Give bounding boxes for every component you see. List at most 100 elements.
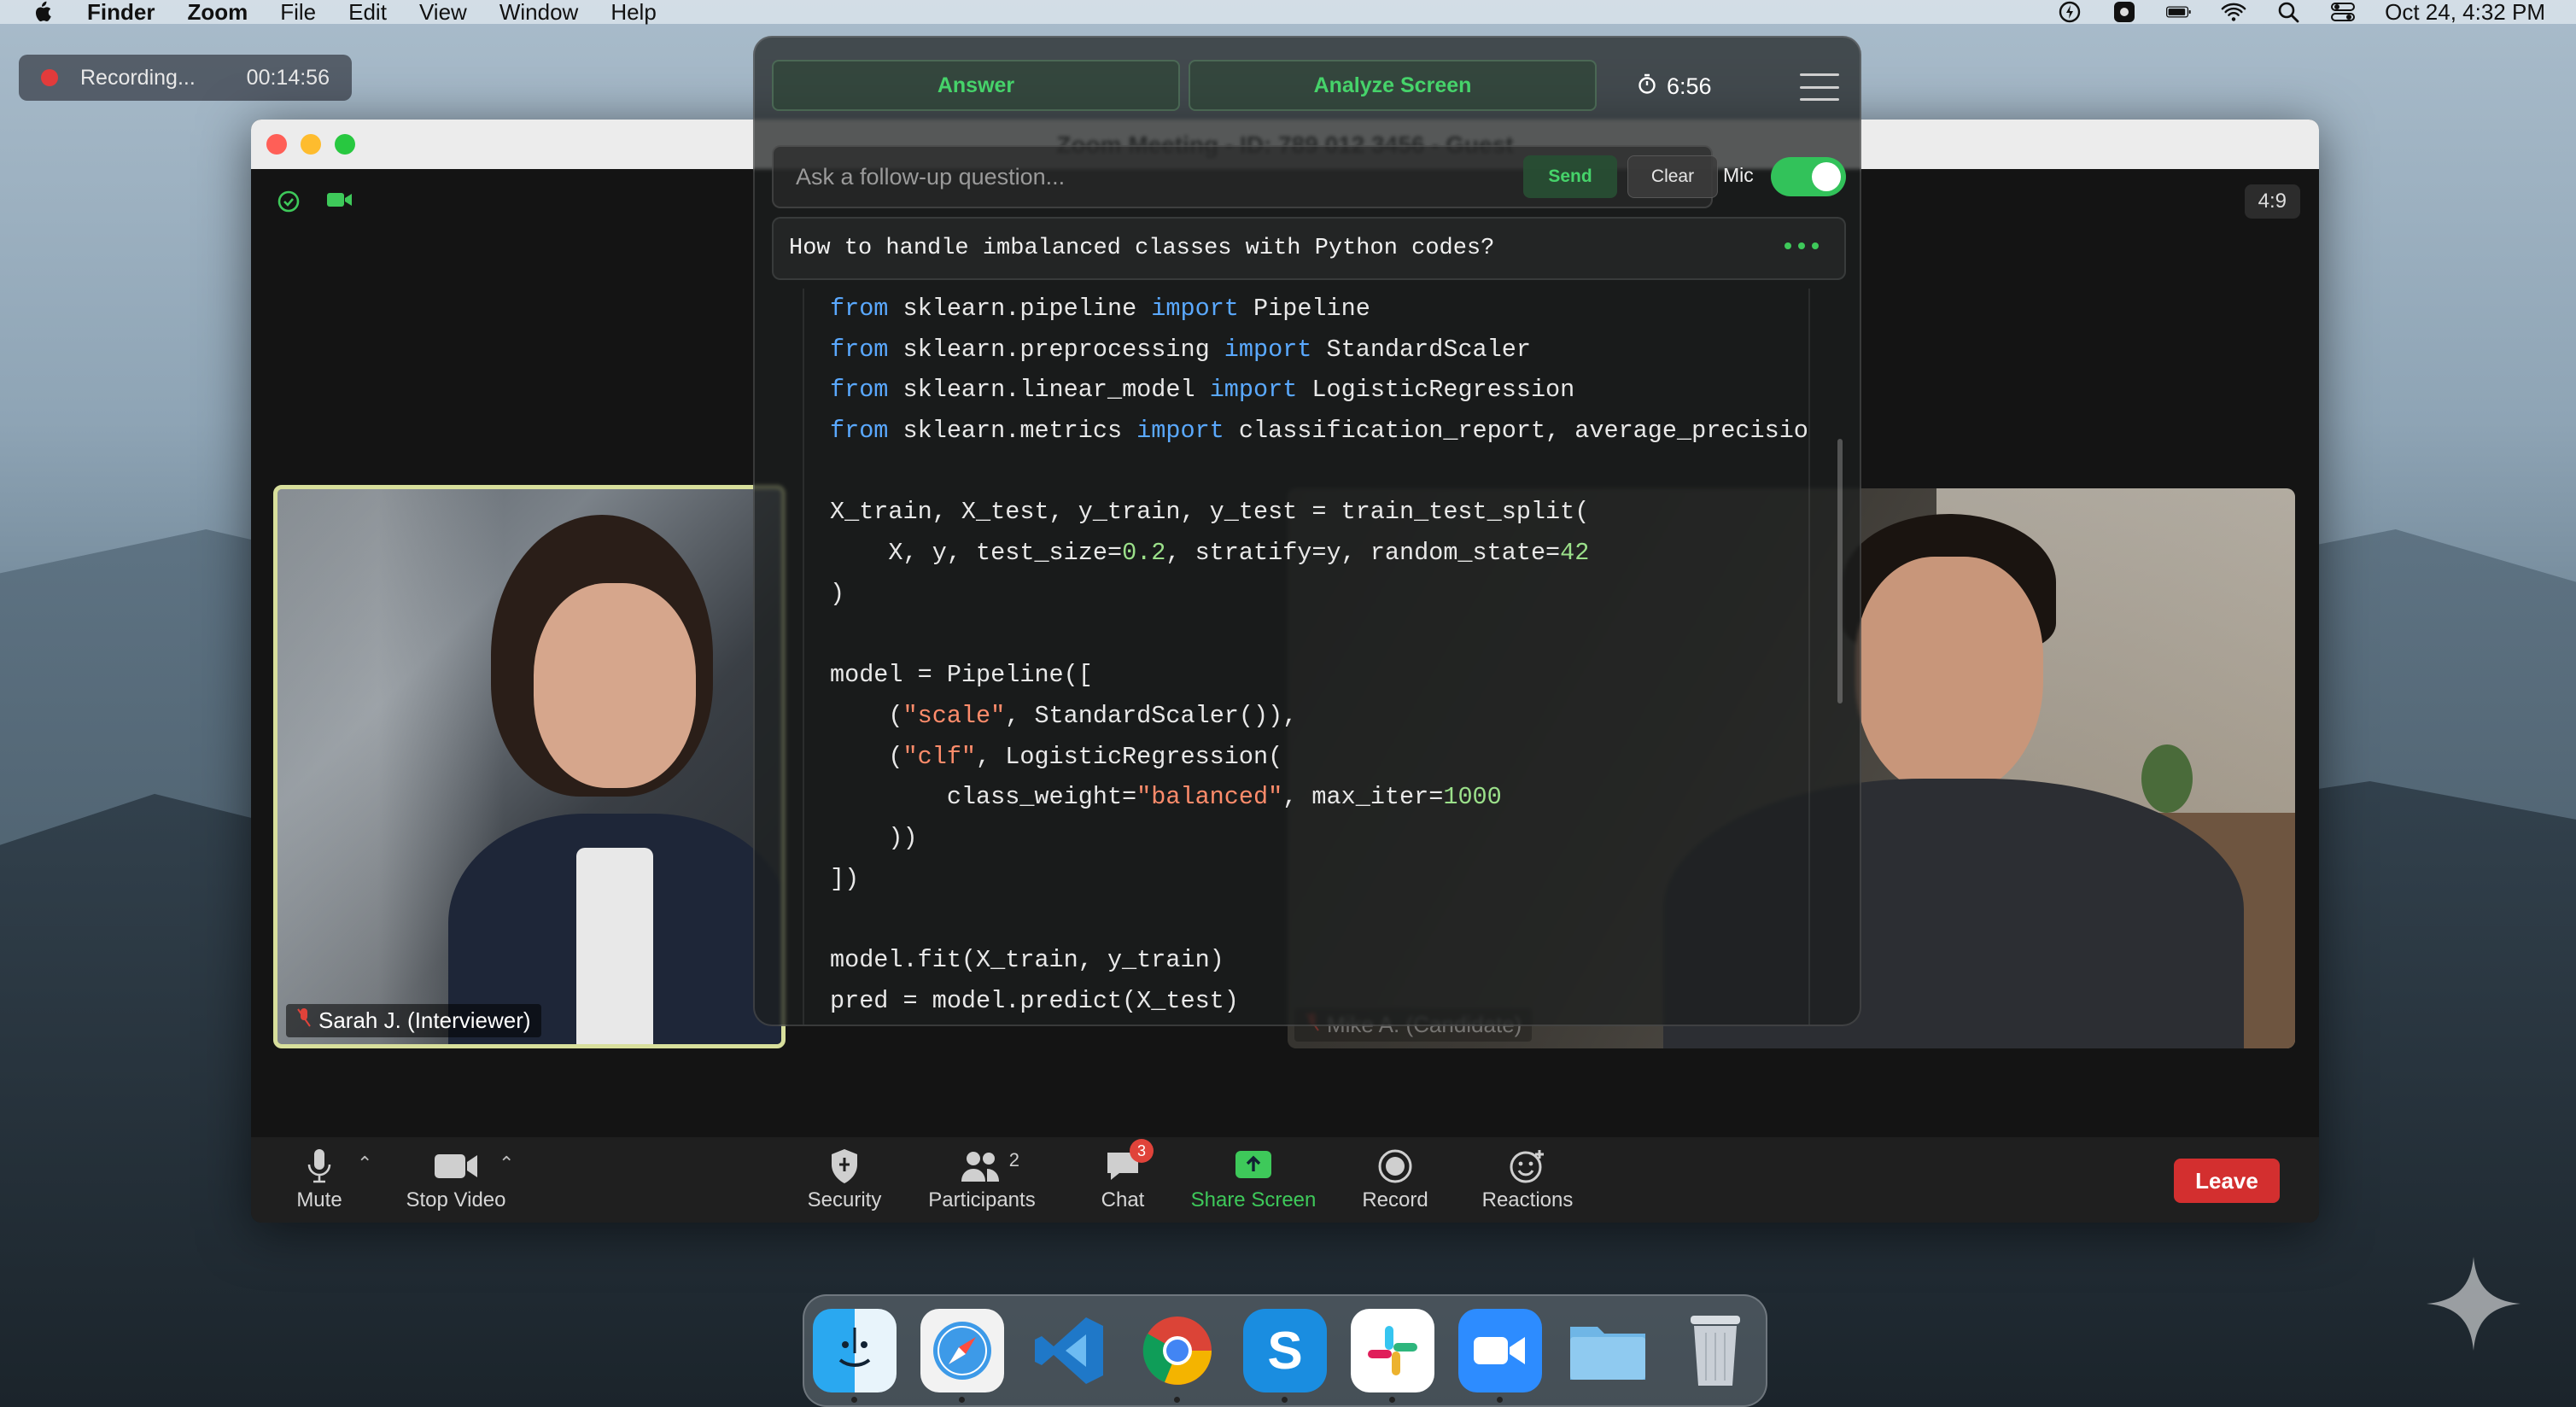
assistant-overlay-panel: Answer Analyze Screen 6:56 Send Clear Mi…	[753, 36, 1861, 1026]
chat-label: Chat	[1101, 1188, 1145, 1211]
encryption-shield-icon[interactable]	[277, 190, 301, 218]
muted-mic-icon	[296, 1007, 312, 1034]
skype-icon[interactable]: S	[1243, 1309, 1327, 1403]
question-text: How to handle imbalanced classes with Py…	[789, 236, 1495, 261]
wifi-icon[interactable]	[2221, 2, 2246, 22]
trash-icon[interactable]	[1674, 1309, 1757, 1392]
chat-button[interactable]: 3 Chat	[1084, 1139, 1161, 1212]
running-indicator	[851, 1397, 857, 1403]
code-line: pred = model.predict(X_test)	[830, 986, 1239, 1015]
code-line: )	[830, 579, 845, 608]
dock: S	[803, 1294, 1767, 1407]
share-screen-icon	[1234, 1144, 1273, 1188]
finder-icon[interactable]	[813, 1309, 897, 1403]
menu-file[interactable]: File	[280, 0, 316, 26]
video-status-icon[interactable]	[326, 190, 353, 218]
code-line: model = Pipeline([	[830, 661, 1093, 690]
participants-button[interactable]: 2 Participants	[922, 1144, 1042, 1212]
menu-bar: Finder Zoom File Edit View Window Help O…	[0, 0, 2576, 26]
participants-icon: 2	[960, 1144, 1019, 1188]
stop-video-button[interactable]: Stop Video	[396, 1144, 516, 1212]
menu-help[interactable]: Help	[610, 0, 656, 26]
menu-finder[interactable]: Finder	[87, 0, 155, 26]
hamburger-menu-icon[interactable]	[1800, 73, 1839, 101]
participant-label-interviewer: Sarah J. (Interviewer)	[286, 1004, 541, 1037]
plant	[2141, 744, 2193, 813]
app-status-icon[interactable]	[2112, 2, 2137, 22]
code-line: X_train, X_test, y_train, y_test = train…	[830, 498, 1590, 527]
share-screen-button[interactable]: Share Screen	[1185, 1144, 1322, 1212]
security-button[interactable]: Security	[797, 1144, 891, 1212]
chat-bubble-icon: 3	[1104, 1139, 1154, 1188]
code-line: ("clf", LogisticRegression(	[830, 742, 1283, 771]
running-indicator	[1282, 1397, 1288, 1403]
power-icon[interactable]	[2057, 1, 2082, 23]
more-options-icon[interactable]	[1785, 242, 1819, 249]
mute-button[interactable]: Mute	[277, 1144, 362, 1212]
battery-icon[interactable]	[2166, 2, 2192, 22]
code-line: X, y, test_size=0.2, stratify=y, random_…	[830, 539, 1590, 568]
chat-unread-badge: 3	[1130, 1139, 1154, 1163]
recording-dot-icon	[41, 69, 58, 86]
interviewer-shirt	[576, 848, 653, 1044]
running-indicator	[1174, 1397, 1180, 1403]
interviewer-face	[534, 583, 696, 788]
spotlight-search-icon[interactable]	[2275, 2, 2301, 23]
record-button[interactable]: Record	[1352, 1144, 1438, 1212]
chrome-icon[interactable]	[1136, 1309, 1219, 1403]
folder-icon[interactable]	[1566, 1309, 1650, 1392]
menubar-clock[interactable]: Oct 24, 4:32 PM	[2385, 0, 2545, 26]
sparkle-star-icon	[2427, 1257, 2521, 1355]
participants-label: Participants	[928, 1188, 1036, 1211]
menu-view[interactable]: View	[419, 0, 467, 26]
video-tile-interviewer[interactable]: Sarah J. (Interviewer)	[273, 485, 786, 1048]
tab-analyze-screen[interactable]: Analyze Screen	[1189, 60, 1597, 111]
clear-button[interactable]: Clear	[1627, 155, 1718, 198]
video-camera-icon	[433, 1144, 479, 1188]
menu-zoom[interactable]: Zoom	[187, 0, 248, 26]
send-button[interactable]: Send	[1523, 155, 1617, 198]
menu-edit[interactable]: Edit	[348, 0, 387, 26]
code-line: ])	[830, 864, 860, 893]
recording-indicator[interactable]: Recording... 00:14:56	[19, 55, 352, 101]
mic-toggle-switch[interactable]	[1771, 157, 1846, 196]
record-label: Record	[1362, 1188, 1428, 1211]
running-indicator	[959, 1397, 965, 1403]
record-icon	[1377, 1144, 1413, 1188]
vscode-icon[interactable]	[1028, 1309, 1112, 1392]
reactions-smiley-icon	[1509, 1144, 1546, 1188]
mute-label: Mute	[296, 1188, 342, 1211]
shield-icon	[828, 1144, 861, 1188]
code-line: from sklearn.metrics import classificati…	[830, 417, 1810, 446]
slack-icon[interactable]	[1351, 1309, 1434, 1403]
session-timer: 6:56	[1638, 73, 1712, 100]
tab-answer[interactable]: Answer	[772, 60, 1180, 111]
apple-icon[interactable]	[29, 1, 55, 22]
code-scrollbar[interactable]	[1837, 439, 1843, 704]
candidate-face	[1855, 557, 2043, 796]
audio-options-chevron-icon[interactable]: ⌃	[357, 1153, 372, 1175]
reactions-button[interactable]: Reactions	[1472, 1144, 1583, 1212]
running-indicator	[1497, 1397, 1503, 1403]
follow-up-input[interactable]	[774, 147, 1508, 207]
mic-label: Mic	[1723, 164, 1754, 186]
stop-video-label: Stop Video	[406, 1188, 506, 1211]
control-center-icon[interactable]	[2330, 2, 2356, 22]
safari-icon[interactable]	[920, 1309, 1004, 1403]
code-line: proba = model.predict_proba(X_test)[:, 1…	[804, 1021, 1808, 1025]
menu-window[interactable]: Window	[499, 0, 578, 26]
toggle-knob	[1812, 162, 1841, 191]
zoom-toolbar: Mute ⌃ Stop Video ⌃ Security 2 Participa…	[251, 1137, 2319, 1223]
participant-name: Sarah J. (Interviewer)	[318, 1007, 531, 1033]
video-options-chevron-icon[interactable]: ⌃	[499, 1153, 514, 1175]
security-label: Security	[807, 1188, 882, 1211]
zoom-app-icon[interactable]	[1458, 1309, 1542, 1403]
view-ratio-badge[interactable]: 4:9	[2244, 184, 2300, 219]
recording-label: Recording...	[80, 65, 196, 90]
stopwatch-icon	[1638, 73, 1656, 100]
leave-meeting-button[interactable]: Leave	[2174, 1159, 2280, 1203]
microphone-icon	[307, 1144, 332, 1188]
code-line: ("scale", StandardScaler()),	[830, 701, 1298, 730]
